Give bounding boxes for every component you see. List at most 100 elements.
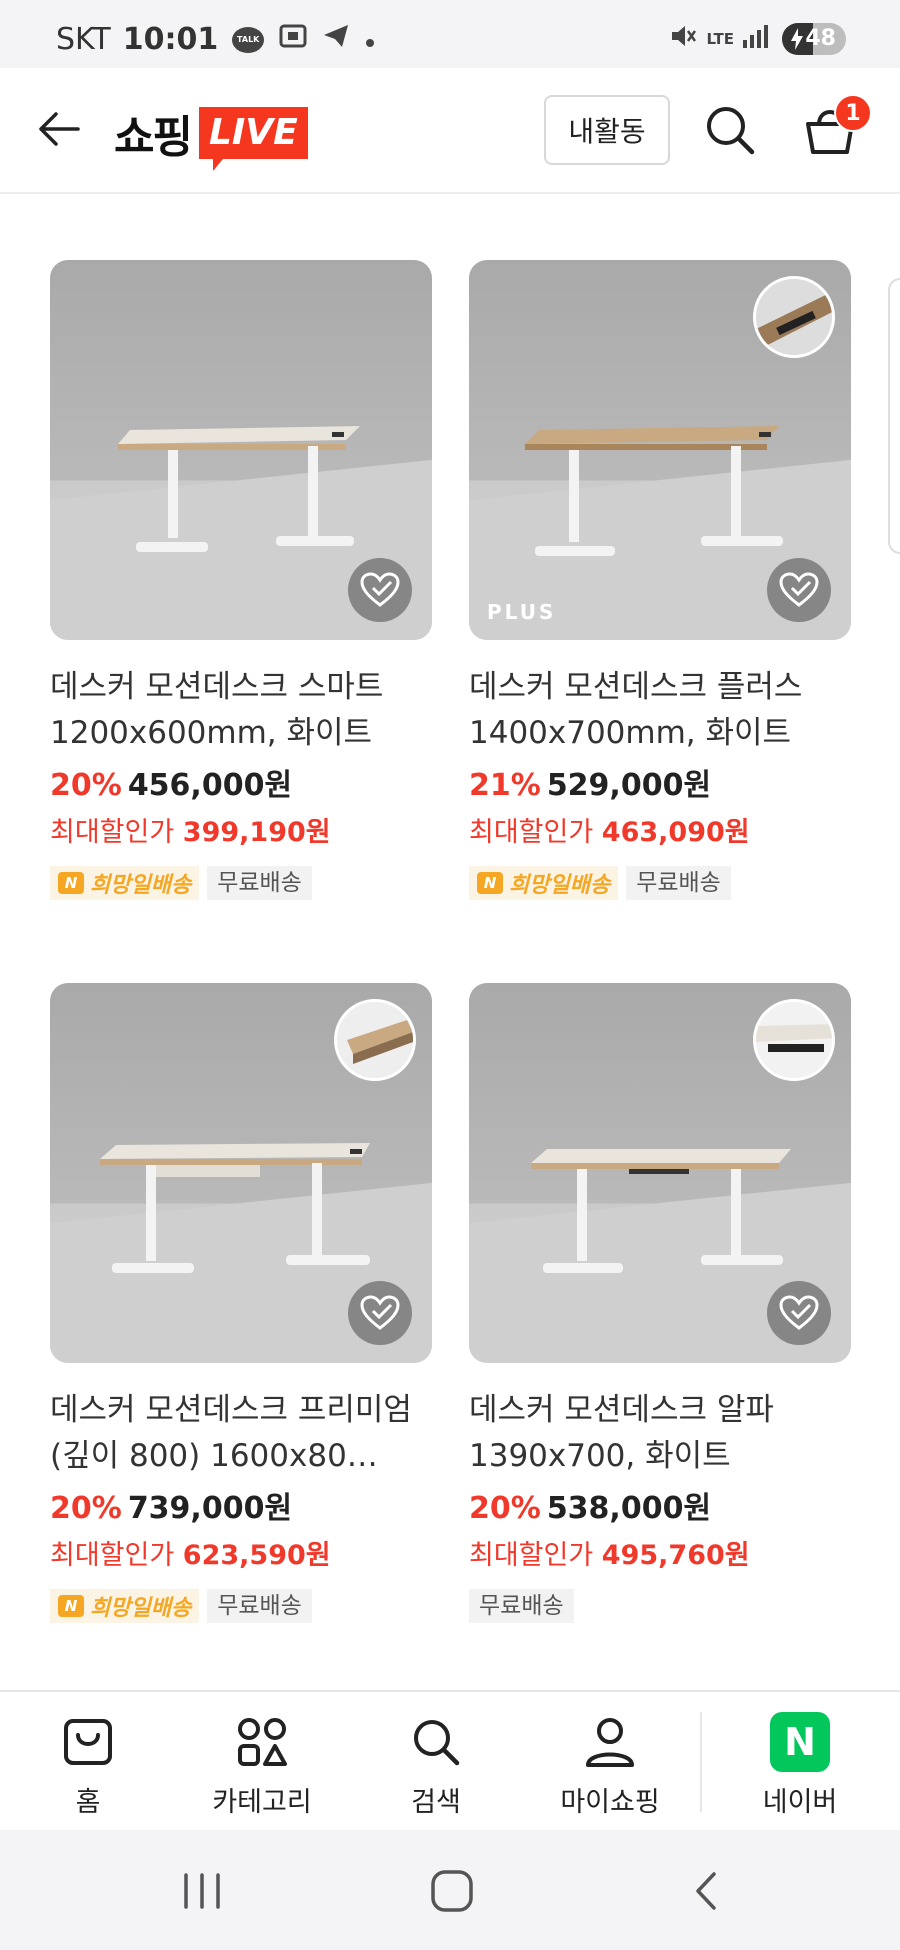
- product-title[interactable]: 데스커 모션데스크 알파 1390x700, 화이트: [469, 1387, 851, 1479]
- kakaotalk-icon: TALK: [232, 26, 265, 53]
- product-title[interactable]: 데스커 모션데스크 플러스 1400x700mm, 화이트: [469, 664, 851, 756]
- free-shipping-tag: 무료배송: [469, 1589, 574, 1623]
- product-image[interactable]: [50, 983, 432, 1363]
- system-navigation-bar: [0, 1830, 900, 1950]
- max-discount-row: 최대할인가 463,090원: [469, 810, 851, 849]
- product-price: 456,000원: [127, 768, 293, 803]
- hope-delivery-tag: N 희망일배송: [50, 1589, 200, 1623]
- naver-logo-icon: N: [770, 1712, 830, 1772]
- recent-apps-button[interactable]: [172, 1864, 232, 1918]
- naver-delivery-icon: N: [58, 1595, 84, 1617]
- product-card-1[interactable]: 데스커 모션데스크 스마트 1200x600mm, 화이트 20% 456,00…: [50, 260, 432, 901]
- nav-category[interactable]: 카테고리: [182, 1712, 342, 1819]
- price-row: 20% 456,000원: [50, 760, 432, 804]
- home-system-button[interactable]: [422, 1864, 482, 1918]
- person-icon: [586, 1718, 634, 1767]
- product-card-2[interactable]: PLUS 데스커 모션데스크 플러스 1400x700mm, 화이트 21% 5…: [469, 260, 851, 901]
- product-tags: 무료배송: [469, 1588, 851, 1624]
- home-square-icon: [431, 1870, 473, 1912]
- search-button[interactable]: [702, 102, 758, 158]
- max-discount-label: 최대할인가: [50, 817, 175, 848]
- chevron-left-icon: [696, 1872, 716, 1910]
- app-header: 쇼핑 LIVE 내활동 1: [0, 68, 900, 194]
- max-discount-row: 최대할인가 495,760원: [469, 1533, 851, 1572]
- discount-rate: 20%: [50, 1491, 122, 1526]
- signal-icon: [742, 24, 768, 53]
- discount-rate: 21%: [469, 768, 541, 803]
- back-button[interactable]: [34, 103, 86, 155]
- nav-naver-label: 네이버: [762, 1787, 838, 1818]
- hope-delivery-label: 희망일배송: [90, 873, 192, 898]
- hope-delivery-label: 희망일배송: [509, 873, 611, 898]
- heart-check-icon: [360, 572, 400, 607]
- wishlist-button[interactable]: [767, 1281, 831, 1345]
- back-system-button[interactable]: [676, 1864, 736, 1918]
- max-discount-price: 399,190원: [182, 817, 331, 848]
- product-image[interactable]: [469, 983, 851, 1363]
- max-discount-price: 623,590원: [182, 1540, 331, 1571]
- battery-indicator: 48: [782, 22, 846, 55]
- nav-home-label: 홈: [75, 1787, 101, 1818]
- product-tags: N 희망일배송 무료배송: [50, 1588, 432, 1624]
- discount-rate: 20%: [50, 768, 122, 803]
- heart-check-icon: [360, 1295, 400, 1330]
- status-right: LTE 48: [668, 22, 846, 55]
- product-title[interactable]: 데스커 모션데스크 스마트 1200x600mm, 화이트: [50, 664, 432, 756]
- logo-text: 쇼핑: [114, 112, 193, 163]
- cart-count-badge: 1: [834, 94, 872, 132]
- max-discount-price: 463,090원: [601, 817, 750, 848]
- nav-naver[interactable]: N 네이버: [720, 1712, 880, 1819]
- nav-home[interactable]: 홈: [8, 1712, 168, 1819]
- telegram-icon: [322, 22, 350, 57]
- price-row: 21% 529,000원: [469, 760, 851, 804]
- free-shipping-tag: 무료배송: [207, 866, 312, 900]
- nav-search[interactable]: 검색: [356, 1712, 516, 1819]
- nav-my-shopping[interactable]: 마이쇼핑: [530, 1712, 690, 1819]
- naver-delivery-icon: N: [477, 872, 503, 894]
- wishlist-button[interactable]: [767, 558, 831, 622]
- product-tags: N 희망일배송 무료배송: [469, 865, 851, 901]
- hope-delivery-label: 희망일배송: [90, 1596, 192, 1621]
- charging-icon: [790, 27, 804, 55]
- wishlist-button[interactable]: [348, 558, 412, 622]
- max-discount-label: 최대할인가: [469, 817, 594, 848]
- hope-delivery-tag: N 희망일배송: [469, 866, 619, 900]
- heart-check-icon: [779, 572, 819, 607]
- lte-label: LTE: [706, 29, 734, 48]
- dot-icon: [364, 22, 376, 57]
- max-discount-row: 최대할인가 623,590원: [50, 1533, 432, 1572]
- arrow-left-icon: [39, 112, 80, 146]
- product-price: 529,000원: [546, 768, 712, 803]
- product-image[interactable]: [50, 260, 432, 640]
- shopping-live-logo[interactable]: 쇼핑 LIVE: [114, 98, 308, 171]
- nav-search-label: 검색: [411, 1787, 461, 1818]
- battery-level: 48: [805, 25, 836, 51]
- naver-delivery-icon: N: [58, 872, 84, 894]
- hope-delivery-tag: N 희망일배송: [50, 866, 200, 900]
- product-title[interactable]: 데스커 모션데스크 프리미엄 (깊이 800) 1600x80…: [50, 1387, 432, 1479]
- bottom-navigation: 홈 카테고리 검색 마이쇼핑 N 네이버: [0, 1690, 900, 1830]
- free-shipping-tag: 무료배송: [626, 866, 731, 900]
- shopping-bag-icon: [64, 1719, 112, 1765]
- mute-icon: [668, 22, 697, 55]
- product-card-4[interactable]: 데스커 모션데스크 알파 1390x700, 화이트 20% 538,000원 …: [469, 983, 851, 1624]
- product-image[interactable]: PLUS: [469, 260, 851, 640]
- product-card-3[interactable]: 데스커 모션데스크 프리미엄 (깊이 800) 1600x80… 20% 739…: [50, 983, 432, 1624]
- max-discount-row: 최대할인가 399,190원: [50, 810, 432, 849]
- my-activity-button[interactable]: 내활동: [544, 95, 670, 165]
- price-row: 20% 739,000원: [50, 1483, 432, 1527]
- status-time: 10:01: [122, 22, 219, 57]
- max-discount-price: 495,760원: [601, 1540, 750, 1571]
- search-icon: [414, 1720, 460, 1766]
- product-tags: N 희망일배송 무료배송: [50, 865, 432, 901]
- nav-divider: [700, 1712, 702, 1812]
- max-discount-label: 최대할인가: [50, 1540, 175, 1571]
- free-shipping-tag: 무료배송: [207, 1589, 312, 1623]
- detail-inset-image: [753, 999, 835, 1081]
- heart-check-icon: [779, 1295, 819, 1330]
- plus-badge: PLUS: [487, 600, 557, 624]
- wishlist-button[interactable]: [348, 1281, 412, 1345]
- status-bar: SKT 10:01 TALK LTE 48: [0, 0, 900, 68]
- nav-category-label: 카테고리: [212, 1787, 312, 1818]
- detail-inset-image: [753, 276, 835, 358]
